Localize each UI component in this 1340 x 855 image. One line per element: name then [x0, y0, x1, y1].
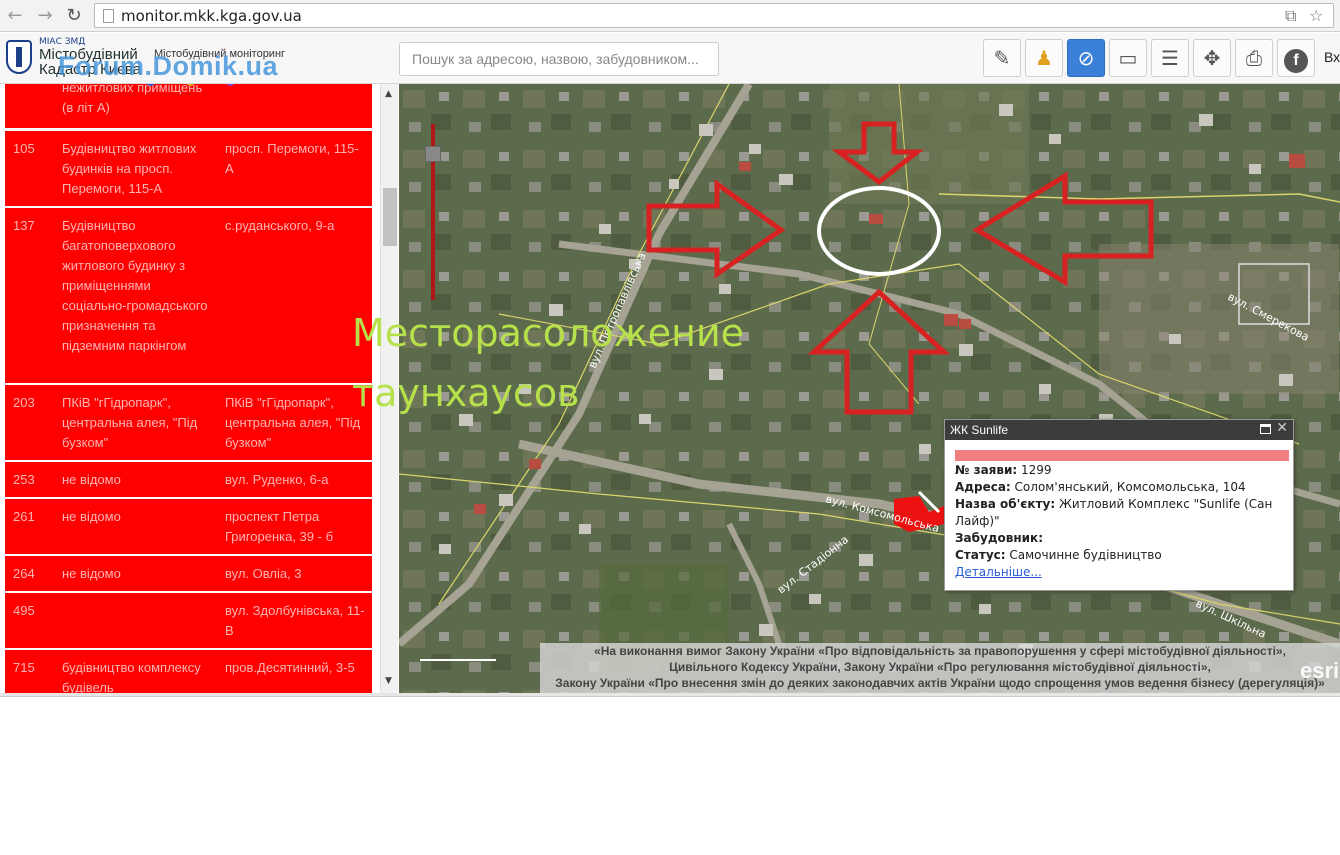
status-color-bar — [955, 450, 1289, 461]
forward-icon[interactable]: → — [34, 5, 56, 27]
kyiv-emblem-icon — [6, 40, 32, 74]
bottom-divider — [0, 693, 1340, 697]
reload-icon[interactable]: ↻ — [63, 5, 85, 27]
row-address: просп. Перемоги, 115-А — [225, 141, 359, 176]
legal-line: «На виконання вимог Закону України «Про … — [594, 644, 1286, 658]
maximize-icon[interactable] — [1260, 424, 1271, 434]
row-name: Будівництво багатоповерхового житлового … — [62, 218, 208, 353]
url-text[interactable]: monitor.mkk.kga.gov.ua — [121, 7, 302, 25]
search-input[interactable] — [399, 42, 719, 76]
popup-value: Самочинне будівництво — [1009, 548, 1162, 562]
page-icon — [103, 9, 114, 23]
legal-line: Цивільного Кодексу України, Закону Украї… — [669, 660, 1211, 674]
row-address: ПКіВ "гГідропарк", центральна алея, "Під… — [225, 395, 361, 450]
screen: ← → ↻ monitor.mkk.kga.gov.ua ⧉ ☆ МІАС ЗМ… — [0, 0, 1340, 855]
zoom-knob[interactable] — [425, 146, 441, 162]
marker-dot-icon — [226, 84, 235, 86]
close-icon[interactable]: ✕ — [1276, 420, 1288, 436]
popup-developer: Забудовник: — [955, 530, 1285, 547]
row-name: не відомо — [62, 472, 121, 487]
row-address: пров.Десятинний, 3-5 — [225, 660, 355, 675]
star-icon[interactable]: ☆ — [1309, 6, 1323, 25]
popup-label: № заяви: — [955, 463, 1018, 477]
objects-list: нежитлових приміщень (в літ А) 105 Будів… — [0, 84, 399, 693]
row-address: вул. Овліа, 3 — [225, 566, 302, 581]
table-row[interactable]: 495 вул. Здолбунівська, 11-В — [5, 593, 372, 650]
row-address: вул. Здолбунівська, 11-В — [225, 603, 365, 638]
row-name: Будівництво житлових будинків на просп. … — [62, 141, 197, 196]
table-row[interactable]: 261 не відомо проспект Петра Григоренка,… — [5, 499, 372, 556]
watermark: Forum.Domik.ua — [58, 51, 279, 81]
table-row[interactable]: 203 ПКіВ "гГідропарк", центральна алея, … — [5, 385, 372, 462]
scale-bar — [420, 659, 496, 663]
annotation-caption: Месторасоложение таунхаусов — [352, 311, 745, 415]
esri-logo: esri — [1300, 658, 1340, 683]
row-id: 715 — [13, 660, 35, 675]
popup-label: Статус: — [955, 548, 1006, 562]
popup-object-name: Назва об'єкту: Житловий Комплекс "Sunlif… — [955, 496, 1285, 530]
popup-label: Назва об'єкту: — [955, 497, 1056, 511]
browser-toolbar: ← → ↻ monitor.mkk.kga.gov.ua ⧉ ☆ — [0, 0, 1340, 32]
app-header: МІАС ЗМД Містобудівний Кадастр Києва Міс… — [0, 33, 1340, 84]
popup-app-number: № заяви: 1299 — [955, 462, 1285, 479]
popup-value: Солом'янський, Комсомольська, 104 — [1014, 480, 1246, 494]
popup-label: Адреса: — [955, 480, 1011, 494]
scroll-up-icon[interactable]: ▲ — [385, 89, 392, 99]
legal-notice: «На виконання вимог Закону України «Про … — [540, 643, 1340, 693]
edit-icon[interactable]: ✎ — [983, 39, 1021, 77]
row-id: 495 — [13, 603, 35, 618]
row-address: проспект Петра Григоренка, 39 - б — [225, 509, 334, 544]
row-address: вул. Руденко, 6-а — [225, 472, 329, 487]
print-icon[interactable]: ⎙ — [1235, 39, 1273, 77]
popup-address: Адреса: Солом'янський, Комсомольська, 10… — [955, 479, 1285, 496]
back-icon[interactable]: ← — [4, 5, 26, 27]
list-item-name: нежитлових приміщень (в літ А) — [62, 84, 203, 115]
facebook-icon[interactable]: f — [1277, 39, 1315, 77]
row-name: не відомо — [62, 566, 121, 581]
row-id: 105 — [13, 141, 35, 156]
scroll-down-icon[interactable]: ▼ — [385, 676, 392, 686]
pan-icon[interactable]: ✥ — [1193, 39, 1231, 77]
address-bar[interactable]: monitor.mkk.kga.gov.ua ⧉ ☆ — [94, 3, 1334, 28]
legal-line: Закону України «Про внесення змін до дея… — [555, 676, 1325, 690]
row-id: 253 — [13, 472, 35, 487]
layers-icon[interactable]: ☰ — [1151, 39, 1189, 77]
row-address: с.руданського, 9-а — [225, 218, 335, 233]
table-row[interactable]: 253 не відомо вул. Руденко, 6-а — [5, 462, 372, 499]
zoom-slider[interactable] — [425, 124, 441, 300]
translate-icon[interactable]: ⧉ — [1285, 6, 1296, 26]
row-name: ПКіВ "гГідропарк", центральна алея, "Під… — [62, 395, 198, 450]
row-id: 137 — [13, 218, 35, 233]
table-row[interactable]: 715 будівництво комплексу будівель пров.… — [5, 650, 372, 693]
table-row[interactable]: 105 Будівництво житлових будинків на про… — [5, 131, 372, 208]
scrollbar-thumb[interactable] — [383, 188, 397, 246]
table-row[interactable]: 137 Будівництво багатоповерхового житлов… — [5, 208, 372, 385]
popup-label: Забудовник: — [955, 531, 1043, 545]
row-name: будівництво комплексу будівель — [62, 660, 201, 693]
compass-icon[interactable]: ⊘ — [1067, 39, 1105, 77]
pegman-icon[interactable]: ♟ — [1025, 39, 1063, 77]
popup-value: 1299 — [1021, 463, 1052, 477]
row-name: не відомо — [62, 509, 121, 524]
details-link[interactable]: Детальніше... — [955, 565, 1042, 579]
login-button[interactable]: Вх — [1324, 49, 1340, 65]
popup-title: ЖК Sunlife — [945, 420, 1293, 440]
ruler-icon[interactable]: ▭ — [1109, 39, 1147, 77]
table-row[interactable]: 264 не відомо вул. Овліа, 3 — [5, 556, 372, 593]
row-id: 264 — [13, 566, 35, 581]
list-item[interactable]: нежитлових приміщень (в літ А) — [5, 84, 372, 130]
object-popup: ЖК Sunlife ✕ № заяви: 1299 Адреса: Солом… — [944, 419, 1294, 591]
popup-status: Статус: Самочинне будівництво — [955, 547, 1285, 564]
row-id: 203 — [13, 395, 35, 410]
row-id: 261 — [13, 509, 35, 524]
